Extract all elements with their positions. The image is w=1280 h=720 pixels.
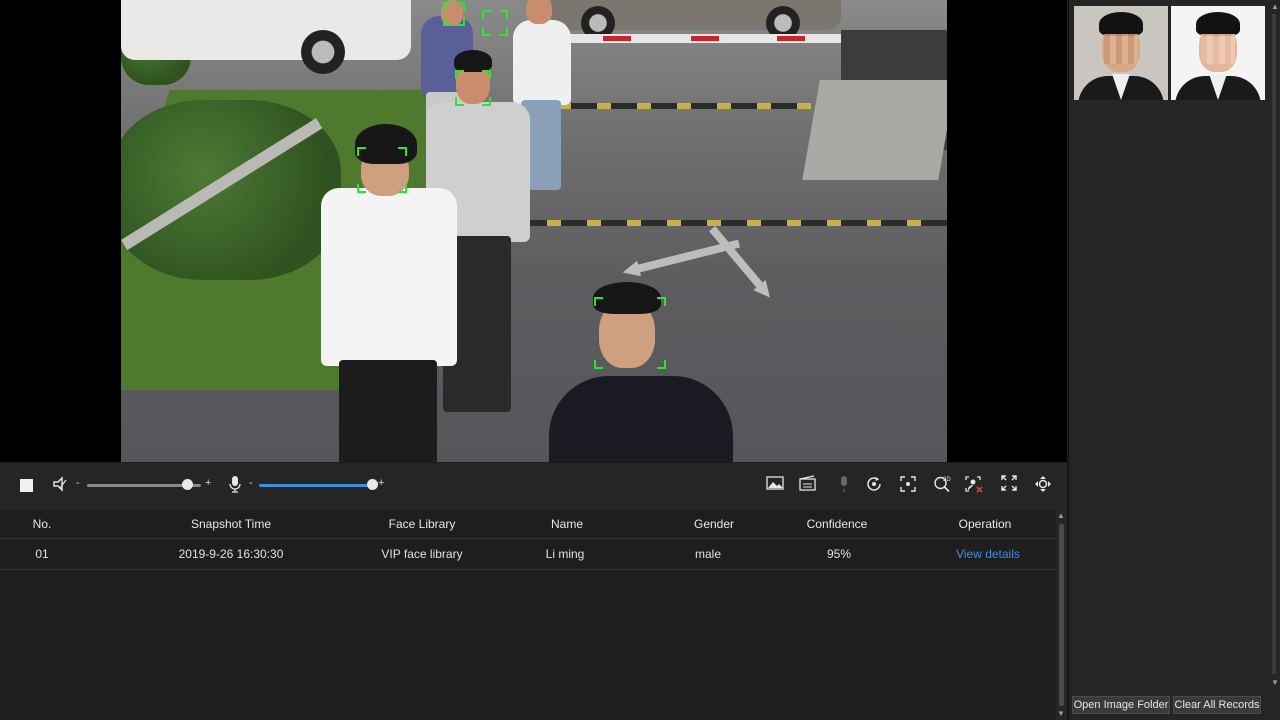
cell-gender: male bbox=[694, 547, 721, 561]
table-header: No. Snapshot Time Face Library Name Gend… bbox=[0, 510, 1056, 539]
fullscreen-icon[interactable] bbox=[998, 475, 1020, 497]
live-video-pane[interactable] bbox=[0, 0, 1067, 462]
barrier-stripe bbox=[777, 36, 805, 41]
video-toolbar: - + - + 3D bbox=[0, 463, 1067, 510]
face-library-thumbnail[interactable] bbox=[1171, 6, 1265, 100]
face-detection-box bbox=[357, 147, 407, 193]
table-row[interactable]: 01 2019-9-26 16:30:30 VIP face library L… bbox=[0, 540, 1056, 570]
face-detection-box bbox=[443, 2, 465, 26]
column-gender: Gender bbox=[693, 517, 735, 531]
camera-feed[interactable] bbox=[121, 0, 947, 462]
cell-no: 01 bbox=[35, 547, 49, 561]
car-wheel bbox=[301, 30, 345, 74]
column-face-library: Face Library bbox=[388, 517, 456, 531]
column-no: No. bbox=[32, 517, 52, 531]
side-panel-scrollbar[interactable]: ▲ ▼ bbox=[1270, 2, 1279, 690]
clear-all-records-button[interactable]: Clear All Records bbox=[1173, 696, 1261, 714]
column-name: Name bbox=[550, 517, 583, 531]
column-operation: Operation bbox=[958, 517, 1012, 531]
open-image-folder-button[interactable]: Open Image Folder bbox=[1072, 696, 1170, 714]
zoom-3d-icon[interactable]: 3D bbox=[931, 475, 953, 497]
face-detection-box bbox=[455, 70, 491, 106]
face-snapshot-thumbnail[interactable] bbox=[1074, 6, 1168, 100]
volume-decrease[interactable]: - bbox=[76, 477, 80, 489]
rotate-icon[interactable] bbox=[863, 475, 885, 497]
scroll-up-icon[interactable]: ▲ bbox=[1271, 2, 1279, 11]
record-icon[interactable] bbox=[797, 475, 819, 497]
table-scrollbar[interactable]: ▲ ▼ bbox=[1056, 510, 1067, 720]
face-detection-box bbox=[482, 10, 508, 36]
cell-snapshot-time: 2019-9-26 16:30:30 bbox=[178, 547, 284, 561]
view-details-link[interactable]: View details bbox=[940, 540, 1036, 569]
speaker-volume-thumb[interactable] bbox=[182, 479, 194, 490]
recognition-records-table: No. Snapshot Time Face Library Name Gend… bbox=[0, 510, 1056, 720]
volume-increase[interactable]: + bbox=[205, 477, 211, 489]
column-confidence: Confidence bbox=[806, 517, 868, 531]
barrier-stripe bbox=[603, 36, 631, 41]
ptz-icon[interactable] bbox=[1032, 475, 1054, 497]
cell-face-library: VIP face library bbox=[381, 547, 463, 561]
speed-bump bbox=[521, 220, 947, 226]
scroll-track bbox=[1272, 14, 1276, 674]
cell-name: Li ming bbox=[545, 547, 585, 561]
cell-confidence: 95% bbox=[826, 547, 852, 561]
svg-text:3D: 3D bbox=[943, 477, 951, 483]
mic-volume-slider[interactable] bbox=[259, 484, 372, 487]
stop-icon[interactable] bbox=[20, 479, 33, 492]
mic-volume-thumb[interactable] bbox=[367, 479, 378, 490]
face-alarm-icon[interactable] bbox=[963, 475, 985, 497]
focus-icon[interactable] bbox=[897, 475, 919, 497]
road-arrow bbox=[706, 223, 776, 302]
scroll-down-icon[interactable]: ▼ bbox=[1271, 678, 1279, 687]
scroll-up-icon[interactable]: ▲ bbox=[1057, 511, 1065, 520]
snapshot-icon[interactable] bbox=[764, 475, 786, 497]
white-car bbox=[121, 0, 411, 60]
scroll-down-icon[interactable]: ▼ bbox=[1057, 709, 1065, 718]
scrollbar-thumb[interactable] bbox=[1059, 524, 1064, 706]
column-snapshot-time: Snapshot Time bbox=[190, 517, 272, 531]
mic-increase[interactable]: + bbox=[378, 477, 384, 489]
microphone-icon[interactable] bbox=[224, 475, 246, 497]
face-detection-box bbox=[594, 297, 666, 369]
barrier-stripe bbox=[691, 36, 719, 41]
talk-icon[interactable] bbox=[833, 475, 855, 497]
mic-decrease[interactable]: - bbox=[249, 477, 253, 489]
speaker-icon[interactable] bbox=[50, 475, 72, 497]
sidewalk bbox=[802, 80, 947, 180]
matched-faces-panel: ▲ ▼ Open Image Folder Clear All Records bbox=[1068, 0, 1280, 720]
